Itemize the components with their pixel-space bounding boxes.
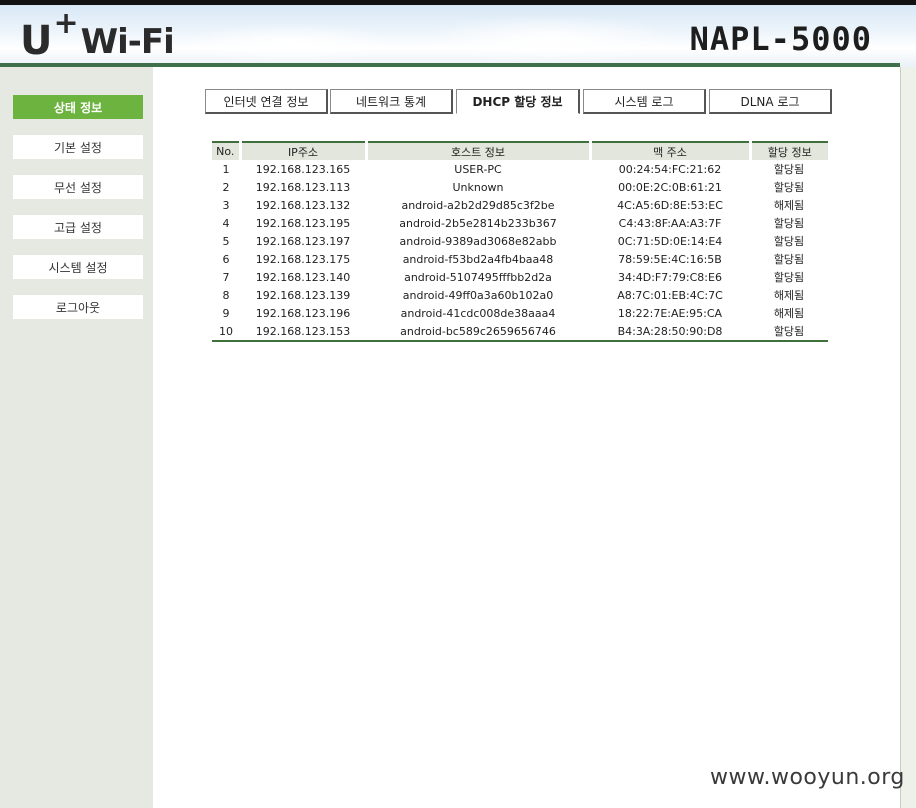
table-row: 7 192.168.123.140 android-5107495fffbb2d…: [212, 268, 828, 286]
col-header-host: 호스트 정보: [366, 142, 592, 160]
cell-mac: 0C:71:5D:0E:14:E4: [617, 234, 723, 248]
cell-mac: B4:3A:28:50:90:D8: [617, 324, 723, 338]
cell-host: Unknown: [452, 180, 504, 194]
cell-host: USER-PC: [454, 162, 502, 176]
tab-network-stats[interactable]: 네트워크 통계: [330, 89, 453, 114]
cell-mac: 00:0E:2C:0B:61:21: [618, 180, 722, 194]
cell-status: 할당됨: [773, 217, 805, 230]
cell-ip: 192.168.123.197: [255, 234, 351, 248]
cell-mac: C4:43:8F:AA:A3:7F: [618, 216, 722, 230]
col-header-status: 할당 정보: [750, 142, 828, 160]
cell-no: 8: [222, 288, 230, 302]
cell-mac: 00:24:54:FC:21:62: [618, 162, 722, 176]
table-row: 4 192.168.123.195 android-2b5e2814b233b3…: [212, 214, 828, 232]
cell-status: 해제됨: [773, 289, 805, 302]
cell-mac: 78:59:5E:4C:16:5B: [618, 252, 722, 266]
cell-no: 4: [222, 216, 230, 230]
tab-dhcp-info[interactable]: DHCP 할당 정보: [456, 89, 580, 114]
model-name: NAPL-5000: [689, 20, 872, 58]
col-header-mac: 맥 주소: [590, 142, 752, 160]
sidebar-item-wireless-settings[interactable]: 무선 설정: [13, 175, 143, 199]
cloud-decoration: [180, 23, 400, 63]
cell-host: android-41cdc008de38aaa4: [400, 306, 556, 320]
brand-logo: U + Wi-Fi: [20, 6, 175, 64]
cell-status: 할당됨: [773, 181, 805, 194]
cell-status: 할당됨: [773, 163, 805, 176]
cell-status: 할당됨: [773, 235, 805, 248]
cell-no: 9: [222, 306, 230, 320]
cell-mac: A8:7C:01:EB:4C:7C: [617, 288, 723, 302]
sidebar-item-basic-settings[interactable]: 기본 설정: [13, 135, 143, 159]
table-row: 3 192.168.123.132 android-a2b2d29d85c3f2…: [212, 196, 828, 214]
sidebar-item-system-settings[interactable]: 시스템 설정: [13, 255, 143, 279]
cell-no: 7: [222, 270, 230, 284]
cell-host: android-9389ad3068e82abb: [399, 234, 557, 248]
cell-mac: 18:22:7E:AE:95:CA: [617, 306, 723, 320]
table-row: 1 192.168.123.165 USER-PC 00:24:54:FC:21…: [212, 160, 828, 178]
cell-mac: 4C:A5:6D:8E:53:EC: [617, 198, 723, 212]
table-row: 8 192.168.123.139 android-49ff0a3a60b102…: [212, 286, 828, 304]
logo-wifi: Wi-Fi: [80, 22, 175, 62]
col-header-no: No.: [212, 142, 242, 160]
cell-ip: 192.168.123.132: [255, 198, 351, 212]
header-banner: U + Wi-Fi NAPL-5000: [0, 5, 916, 67]
cell-ip: 192.168.123.153: [255, 324, 351, 338]
logo-plus: +: [53, 6, 79, 41]
col-header-ip: IP주소: [240, 142, 368, 160]
cell-ip: 192.168.123.139: [255, 288, 351, 302]
cell-status: 해제됨: [773, 307, 805, 320]
sidebar-item-status[interactable]: 상태 정보: [13, 95, 143, 119]
sidebar: 상태 정보 기본 설정 무선 설정 고급 설정 시스템 설정 로그아웃: [0, 67, 153, 808]
cell-host: android-bc589c2659656746: [400, 324, 556, 338]
window-right-edge: [900, 67, 916, 808]
tab-dlna-log[interactable]: DLNA 로그: [709, 89, 832, 114]
cell-status: 할당됨: [773, 253, 805, 266]
cell-ip: 192.168.123.140: [255, 270, 351, 284]
cell-no: 10: [219, 324, 233, 338]
cell-host: android-a2b2d29d85c3f2be: [401, 198, 555, 212]
cell-status: 할당됨: [773, 271, 805, 284]
cell-ip: 192.168.123.196: [255, 306, 351, 320]
watermark-text: www.wooyun.org: [710, 765, 905, 790]
dhcp-table: No. IP주소 호스트 정보 맥 주소 할당 정보 1 192.168.123…: [212, 141, 828, 342]
table-row: 6 192.168.123.175 android-f53bd2a4fb4baa…: [212, 250, 828, 268]
table-row: 5 192.168.123.197 android-9389ad3068e82a…: [212, 232, 828, 250]
table-row: 10 192.168.123.153 android-bc589c2659656…: [212, 322, 828, 341]
cell-ip: 192.168.123.165: [255, 162, 351, 176]
logo-u: U: [20, 18, 53, 64]
cell-host: android-49ff0a3a60b102a0: [402, 288, 554, 302]
table-header-row: No. IP주소 호스트 정보 맥 주소 할당 정보: [212, 142, 828, 160]
table-row: 2 192.168.123.113 Unknown 00:0E:2C:0B:61…: [212, 178, 828, 196]
cell-status: 해제됨: [773, 199, 805, 212]
cell-status: 할당됨: [773, 325, 805, 338]
tab-system-log[interactable]: 시스템 로그: [583, 89, 706, 114]
cell-mac: 34:4D:F7:79:C8:E6: [618, 270, 722, 284]
cell-no: 5: [222, 234, 230, 248]
cell-ip: 192.168.123.113: [255, 180, 351, 194]
tab-internet-connection[interactable]: 인터넷 연결 정보: [205, 89, 328, 114]
cell-ip: 192.168.123.175: [255, 252, 351, 266]
cell-ip: 192.168.123.195: [255, 216, 351, 230]
cell-no: 6: [222, 252, 230, 266]
cell-host: android-5107495fffbb2d2a: [404, 270, 552, 284]
table-row: 9 192.168.123.196 android-41cdc008de38aa…: [212, 304, 828, 322]
sidebar-item-advanced-settings[interactable]: 고급 설정: [13, 215, 143, 239]
cell-host: android-2b5e2814b233b367: [399, 216, 557, 230]
cell-host: android-f53bd2a4fb4baa48: [402, 252, 554, 266]
sidebar-item-logout[interactable]: 로그아웃: [13, 295, 143, 319]
cell-no: 1: [222, 162, 230, 176]
cell-no: 2: [222, 180, 230, 194]
cell-no: 3: [222, 198, 230, 212]
cloud-decoration: [420, 15, 680, 63]
